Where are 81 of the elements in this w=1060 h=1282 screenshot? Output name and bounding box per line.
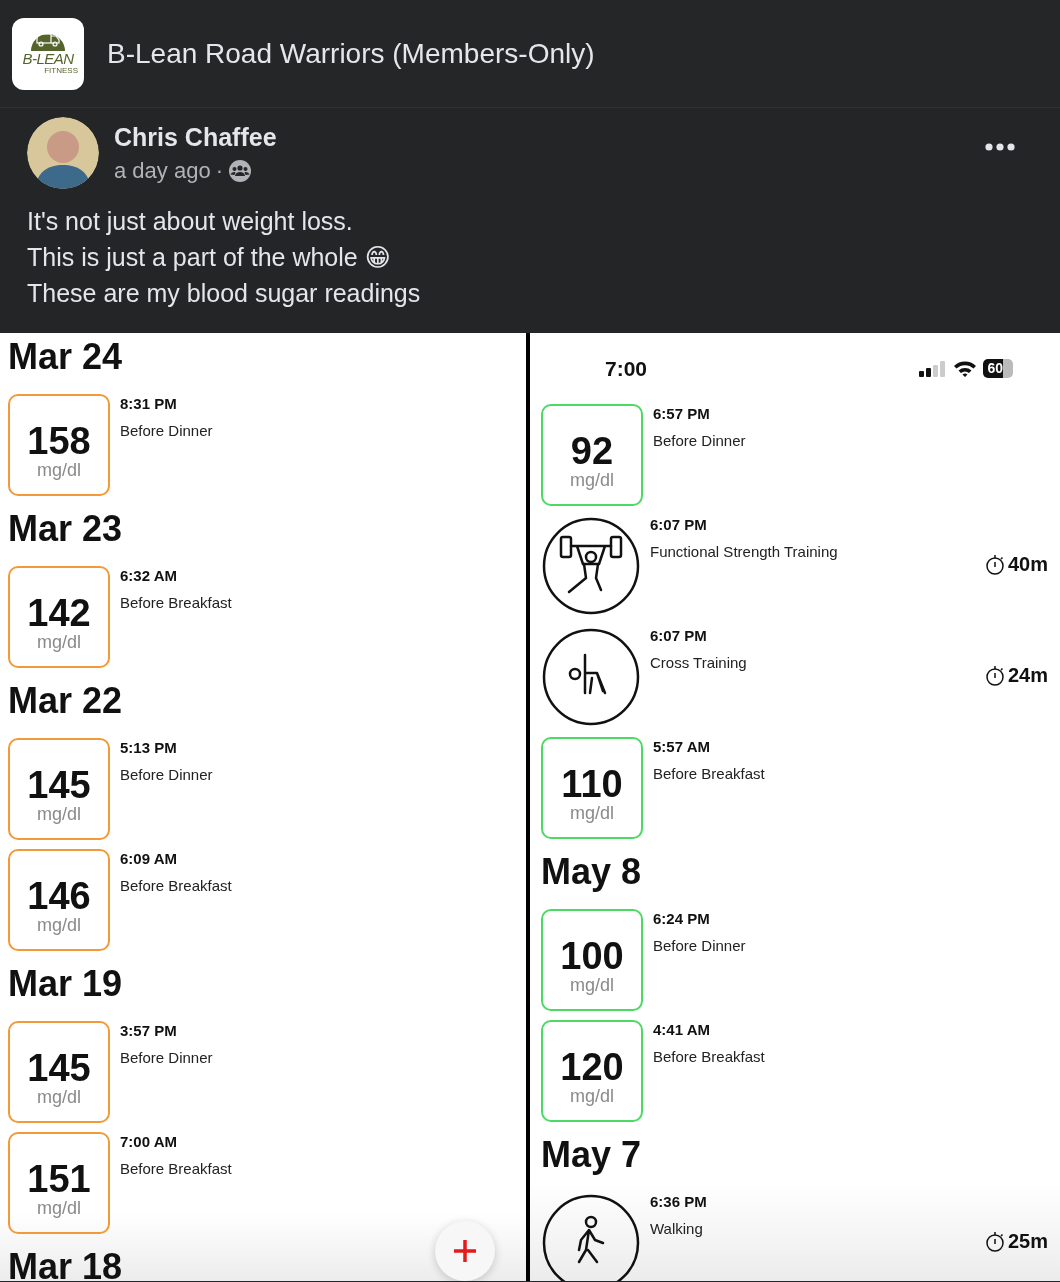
glucose-value: 145 xyxy=(27,766,91,804)
entry-label: Before Dinner xyxy=(120,1049,213,1066)
time-label: 8:31 PM xyxy=(120,395,178,412)
glucose-value: 110 xyxy=(561,765,623,803)
time-label: 5:13 PM xyxy=(120,739,178,756)
date-heading: Mar 22 xyxy=(8,681,123,721)
author-name[interactable]: Chris Chaffee xyxy=(114,122,277,152)
entry-label: Before Dinner xyxy=(120,766,213,783)
weightlifter-icon xyxy=(542,517,640,615)
date-heading: May 8 xyxy=(541,852,642,892)
time-label: 3:57 PM xyxy=(120,1022,178,1039)
glucose-value: 145 xyxy=(27,1049,91,1087)
time-label: 7:00 AM xyxy=(120,1133,178,1150)
unit-label: mg/dl xyxy=(37,1087,81,1107)
time-label: 6:24 PM xyxy=(653,910,711,927)
entry-label: Before Breakfast xyxy=(120,877,232,894)
glucose-value: 120 xyxy=(560,1048,624,1086)
date-heading: Mar 19 xyxy=(8,964,123,1004)
unit-label: mg/dl xyxy=(570,975,614,995)
entry-label: Before Breakfast xyxy=(120,594,232,611)
stretching-figure-icon xyxy=(542,628,640,726)
time-label: 6:07 PM xyxy=(650,516,708,533)
time-label: 6:32 AM xyxy=(120,567,178,584)
unit-label: mg/dl xyxy=(37,1198,81,1218)
post-time[interactable]: a day ago xyxy=(114,157,211,184)
glucose-value: 146 xyxy=(27,877,91,915)
workout-label: Walking xyxy=(650,1220,704,1237)
unit-label: mg/dl xyxy=(37,632,81,652)
unit-label: mg/dl xyxy=(37,804,81,824)
duration-label: 24m xyxy=(1007,664,1048,687)
time-label: 6:36 PM xyxy=(650,1193,707,1210)
entry-label: Before Dinner xyxy=(653,432,746,449)
separator-dot: · xyxy=(215,157,223,184)
group-name[interactable]: B-Lean Road Warriors (Members-Only) xyxy=(107,37,595,70)
stopwatch-icon xyxy=(984,553,1005,576)
unit-label: mg/dl xyxy=(570,803,614,823)
group-audience-icon xyxy=(227,158,252,183)
date-heading: Mar 18 xyxy=(8,1247,123,1281)
post-text: This is just a part of the whole 😁 xyxy=(27,242,392,273)
battery-indicator: 60 xyxy=(983,359,1013,378)
time-label: 4:41 AM xyxy=(653,1021,711,1038)
truck-icon xyxy=(31,32,65,51)
time-label: 6:57 PM xyxy=(653,405,711,422)
glucose-value: 158 xyxy=(27,422,91,460)
workout-label: Functional Strength Training xyxy=(650,543,838,560)
walking-figure-icon xyxy=(542,1194,640,1281)
stopwatch-icon xyxy=(984,1230,1005,1253)
entry-label: Before Dinner xyxy=(120,422,213,439)
more-options-icon[interactable] xyxy=(985,143,1015,151)
post-text: These are my blood sugar readings xyxy=(27,278,422,309)
glucose-value: 142 xyxy=(27,594,91,632)
unit-label: mg/dl xyxy=(37,460,81,480)
glucose-value: 151 xyxy=(27,1160,91,1198)
date-heading: Mar 23 xyxy=(8,509,123,549)
add-button[interactable] xyxy=(435,1221,495,1281)
entry-label: Before Breakfast xyxy=(653,1048,765,1065)
date-heading: Mar 24 xyxy=(8,337,123,377)
workout-label: Cross Training xyxy=(650,654,747,671)
time-label: 5:57 AM xyxy=(653,738,711,755)
entry-label: Before Breakfast xyxy=(120,1160,232,1177)
signal-icon xyxy=(919,360,948,377)
plus-icon xyxy=(452,1238,478,1264)
date-heading: May 7 xyxy=(541,1135,642,1175)
entry-label: Before Dinner xyxy=(653,937,746,954)
status-time: 7:00 xyxy=(605,356,648,381)
unit-label: mg/dl xyxy=(37,915,81,935)
time-label: 6:07 PM xyxy=(650,627,708,644)
wifi-icon xyxy=(953,359,978,378)
group-logo[interactable]: B-LEAN FITNESS xyxy=(12,17,84,90)
entry-label: Before Breakfast xyxy=(653,765,765,782)
stopwatch-icon xyxy=(984,664,1005,687)
glucose-value: 100 xyxy=(560,937,624,975)
duration-label: 25m xyxy=(1007,1230,1048,1253)
logo-brand-text: B-LEAN xyxy=(22,50,74,66)
post-text: It's not just about weight loss. xyxy=(27,206,354,237)
unit-label: mg/dl xyxy=(570,470,614,490)
logo-tagline-text: FITNESS xyxy=(44,65,78,75)
duration-label: 40m xyxy=(1007,553,1048,576)
unit-label: mg/dl xyxy=(570,1086,614,1106)
time-label: 6:09 AM xyxy=(120,850,178,867)
glucose-value: 92 xyxy=(570,432,614,470)
